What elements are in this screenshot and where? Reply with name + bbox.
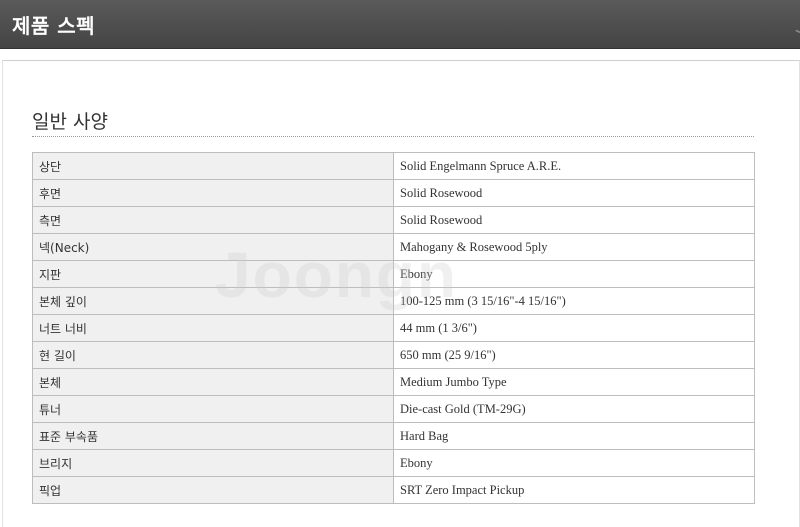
spec-row: 현 길이 650 mm (25 9/16") xyxy=(32,341,755,369)
spec-label: 표준 부속품 xyxy=(32,422,394,450)
spec-value: SRT Zero Impact Pickup xyxy=(393,476,755,504)
spec-row: 튜너 Die-cast Gold (TM-29G) xyxy=(32,395,755,423)
spec-value: Die-cast Gold (TM-29G) xyxy=(393,395,755,423)
page-title: 제품 스펙 xyxy=(12,14,96,38)
spec-row: 상단 Solid Engelmann Spruce A.R.E. xyxy=(32,152,755,180)
spec-value: 100-125 mm (3 15/16"-4 15/16") xyxy=(393,287,755,315)
spec-value: Ebony xyxy=(393,449,755,477)
spec-label: 본체 깊이 xyxy=(32,287,394,315)
spec-row: 본체 Medium Jumbo Type xyxy=(32,368,755,396)
header-bar: 제품 스펙 larr xyxy=(0,0,800,49)
spec-value: Solid Rosewood xyxy=(393,206,755,234)
spec-label: 본체 xyxy=(32,368,394,396)
spec-label: 넥(Neck) xyxy=(32,233,394,261)
spec-label: 픽업 xyxy=(32,476,394,504)
spec-table: 상단 Solid Engelmann Spruce A.R.E. 후면 Solid R… xyxy=(32,152,755,504)
spec-value: Hard Bag xyxy=(393,422,755,450)
spec-value: Medium Jumbo Type xyxy=(393,368,755,396)
spec-label: 브리지 xyxy=(32,449,394,477)
spec-row: 본체 깊이 100-125 mm (3 15/16"-4 15/16") xyxy=(32,287,755,315)
corner-watermark: larr xyxy=(793,4,800,41)
spec-value: Solid Engelmann Spruce A.R.E. xyxy=(393,152,755,180)
section-title: 일반 사양 xyxy=(32,111,108,133)
spec-label: 현 길이 xyxy=(32,341,394,369)
spec-label: 너트 너비 xyxy=(32,314,394,342)
spec-value: Ebony xyxy=(393,260,755,288)
spec-value: 650 mm (25 9/16") xyxy=(393,341,755,369)
spec-label: 지판 xyxy=(32,260,394,288)
spec-row: 넥(Neck) Mahogany & Rosewood 5ply xyxy=(32,233,755,261)
spec-label: 측면 xyxy=(32,206,394,234)
spec-label: 튜너 xyxy=(32,395,394,423)
spec-row: 지판 Ebony xyxy=(32,260,755,288)
spec-label: 후면 xyxy=(32,179,394,207)
section-divider xyxy=(32,136,754,137)
spec-value: Mahogany & Rosewood 5ply xyxy=(393,233,755,261)
spec-row: 픽업 SRT Zero Impact Pickup xyxy=(32,476,755,504)
spec-row: 브리지 Ebony xyxy=(32,449,755,477)
spec-row: 측면 Solid Rosewood xyxy=(32,206,755,234)
spec-value: Solid Rosewood xyxy=(393,179,755,207)
spec-row: 후면 Solid Rosewood xyxy=(32,179,755,207)
spec-row: 표준 부속품 Hard Bag xyxy=(32,422,755,450)
spec-value: 44 mm (1 3/6") xyxy=(393,314,755,342)
spec-label: 상단 xyxy=(32,152,394,180)
spec-row: 너트 너비 44 mm (1 3/6") xyxy=(32,314,755,342)
